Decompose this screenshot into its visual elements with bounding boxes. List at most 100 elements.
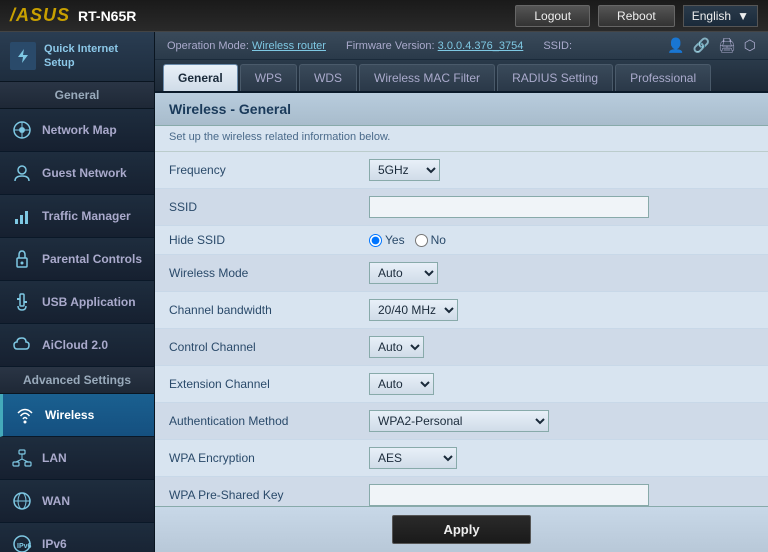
tab-professional[interactable]: Professional [615, 64, 711, 91]
lan-icon [10, 446, 34, 470]
tab-general[interactable]: General [163, 64, 238, 91]
chevron-down-icon: ▼ [737, 9, 749, 23]
frequency-select[interactable]: 2.4GHz 5GHz [369, 159, 440, 181]
hide-ssid-yes-radio[interactable] [369, 234, 382, 247]
form-row-hide-ssid: Hide SSID Yes No [155, 226, 768, 255]
user-icon[interactable]: 👤 [667, 37, 684, 54]
wireless-mode-control: Auto N only Legacy [369, 262, 754, 284]
general-section-header: General [0, 82, 154, 109]
hide-ssid-no-label[interactable]: No [415, 233, 446, 247]
form-subtitle: Set up the wireless related information … [155, 126, 768, 152]
sidebar: Quick Internet Setup General Network Map [0, 32, 155, 552]
wireless-icon [13, 403, 37, 427]
wpa-key-input[interactable] [369, 484, 649, 506]
sidebar-label-network-map: Network Map [42, 123, 117, 137]
channel-bandwidth-control: 20 MHz 20/40 MHz 40 MHz [369, 299, 754, 321]
operation-mode-link[interactable]: Wireless router [252, 40, 326, 52]
channel-bandwidth-label: Channel bandwidth [169, 303, 369, 317]
wpa-encryption-select[interactable]: AES TKIP TKIP+AES [369, 447, 457, 469]
ssid-label: SSID [169, 200, 369, 214]
control-channel-select[interactable]: Auto 1 6 11 [369, 336, 424, 358]
sidebar-item-network-map[interactable]: Network Map [0, 109, 154, 152]
frequency-control: 2.4GHz 5GHz [369, 159, 754, 181]
frequency-label: Frequency [169, 163, 369, 177]
logo: /ASUS RT-N65R [10, 5, 136, 26]
logout-button[interactable]: Logout [515, 5, 590, 27]
firmware-link[interactable]: 3.0.0.4.376_3754 [438, 40, 524, 52]
sidebar-label-guest-network: Guest Network [42, 166, 127, 180]
form-content: setuprouter Wireless - General Set up th… [155, 93, 768, 552]
hide-ssid-no-radio[interactable] [415, 234, 428, 247]
language-select[interactable]: English ▼ [683, 5, 758, 27]
sidebar-item-wan[interactable]: WAN [0, 480, 154, 523]
auth-method-label: Authentication Method [169, 414, 369, 428]
traffic-manager-icon [10, 204, 34, 228]
hide-ssid-radio-group: Yes No [369, 233, 446, 247]
control-channel-label: Control Channel [169, 340, 369, 354]
tab-wds[interactable]: WDS [299, 64, 357, 91]
control-channel-control: Auto 1 6 11 [369, 336, 754, 358]
sidebar-item-guest-network[interactable]: Guest Network [0, 152, 154, 195]
form-row-channel-bandwidth: Channel bandwidth 20 MHz 20/40 MHz 40 MH… [155, 292, 768, 329]
info-bar-icons: 👤 🔗 🖨 ⬡ [667, 37, 756, 54]
bottom-bar: Apply [155, 506, 768, 552]
network-map-icon [10, 118, 34, 142]
guest-network-icon [10, 161, 34, 185]
form-row-wireless-mode: Wireless Mode Auto N only Legacy [155, 255, 768, 292]
form-row-extension-channel: Extension Channel Auto Above Below [155, 366, 768, 403]
form-row-auth-method: Authentication Method Open System WPA-Pe… [155, 403, 768, 440]
printer-icon[interactable]: 🖨 [718, 37, 736, 54]
tab-wireless-mac-filter[interactable]: Wireless MAC Filter [359, 64, 495, 91]
info-bar-left: Operation Mode: Wireless router Firmware… [167, 40, 572, 52]
logo-asus: /ASUS [10, 5, 70, 26]
parental-controls-icon [10, 247, 34, 271]
ipv6-icon: IPv6 [10, 532, 34, 552]
logo-model: RT-N65R [78, 8, 136, 24]
sidebar-item-parental-controls[interactable]: Parental Controls [0, 238, 154, 281]
operation-mode-label: Operation Mode: Wireless router [167, 40, 326, 52]
wireless-mode-label: Wireless Mode [169, 266, 369, 280]
wpa-key-label: WPA Pre-Shared Key [169, 488, 369, 502]
hide-ssid-label: Hide SSID [169, 233, 369, 247]
ssid-input[interactable] [369, 196, 649, 218]
tab-wps[interactable]: WPS [240, 64, 297, 91]
reboot-button[interactable]: Reboot [598, 5, 675, 27]
sidebar-item-aicloud[interactable]: AiCloud 2.0 [0, 324, 154, 367]
sidebar-label-wan: WAN [42, 494, 70, 508]
sidebar-label-wireless: Wireless [45, 408, 94, 422]
usb-application-icon [10, 290, 34, 314]
wan-icon [10, 489, 34, 513]
sidebar-label-aicloud: AiCloud 2.0 [42, 338, 108, 352]
tab-radius-setting[interactable]: RADIUS Setting [497, 64, 613, 91]
hide-ssid-yes-label[interactable]: Yes [369, 233, 405, 247]
sidebar-item-traffic-manager[interactable]: Traffic Manager [0, 195, 154, 238]
usb-icon[interactable]: ⬡ [744, 37, 756, 54]
aicloud-icon [10, 333, 34, 357]
sidebar-item-lan[interactable]: LAN [0, 437, 154, 480]
quick-internet-setup[interactable]: Quick Internet Setup [0, 32, 154, 82]
quick-setup-icon [10, 42, 36, 70]
sidebar-item-wireless[interactable]: Wireless [0, 394, 154, 437]
sidebar-label-ipv6: IPv6 [42, 537, 67, 551]
form-row-wpa-encryption: WPA Encryption AES TKIP TKIP+AES [155, 440, 768, 477]
network-icon[interactable]: 🔗 [693, 37, 710, 54]
wpa-encryption-control: AES TKIP TKIP+AES [369, 447, 754, 469]
advanced-section-header: Advanced Settings [0, 367, 154, 394]
extension-channel-select[interactable]: Auto Above Below [369, 373, 434, 395]
sidebar-item-usb-application[interactable]: USB Application [0, 281, 154, 324]
auth-method-select[interactable]: Open System WPA-Personal WPA2-Personal W… [369, 410, 549, 432]
top-bar: /ASUS RT-N65R Logout Reboot English ▼ [0, 0, 768, 32]
wpa-encryption-label: WPA Encryption [169, 451, 369, 465]
sidebar-label-lan: LAN [42, 451, 67, 465]
channel-bandwidth-select[interactable]: 20 MHz 20/40 MHz 40 MHz [369, 299, 458, 321]
firmware-version: Firmware Version: 3.0.0.4.376_3754 [346, 40, 523, 52]
form-title: Wireless - General [155, 93, 768, 126]
content-area: Operation Mode: Wireless router Firmware… [155, 32, 768, 552]
main-layout: Quick Internet Setup General Network Map [0, 32, 768, 552]
wireless-mode-select[interactable]: Auto N only Legacy [369, 262, 438, 284]
apply-button[interactable]: Apply [392, 515, 530, 544]
form-inner: Wireless - General Set up the wireless r… [155, 93, 768, 552]
form-row-frequency: Frequency 2.4GHz 5GHz [155, 152, 768, 189]
sidebar-item-ipv6[interactable]: IPv6 IPv6 [0, 523, 154, 552]
extension-channel-label: Extension Channel [169, 377, 369, 391]
